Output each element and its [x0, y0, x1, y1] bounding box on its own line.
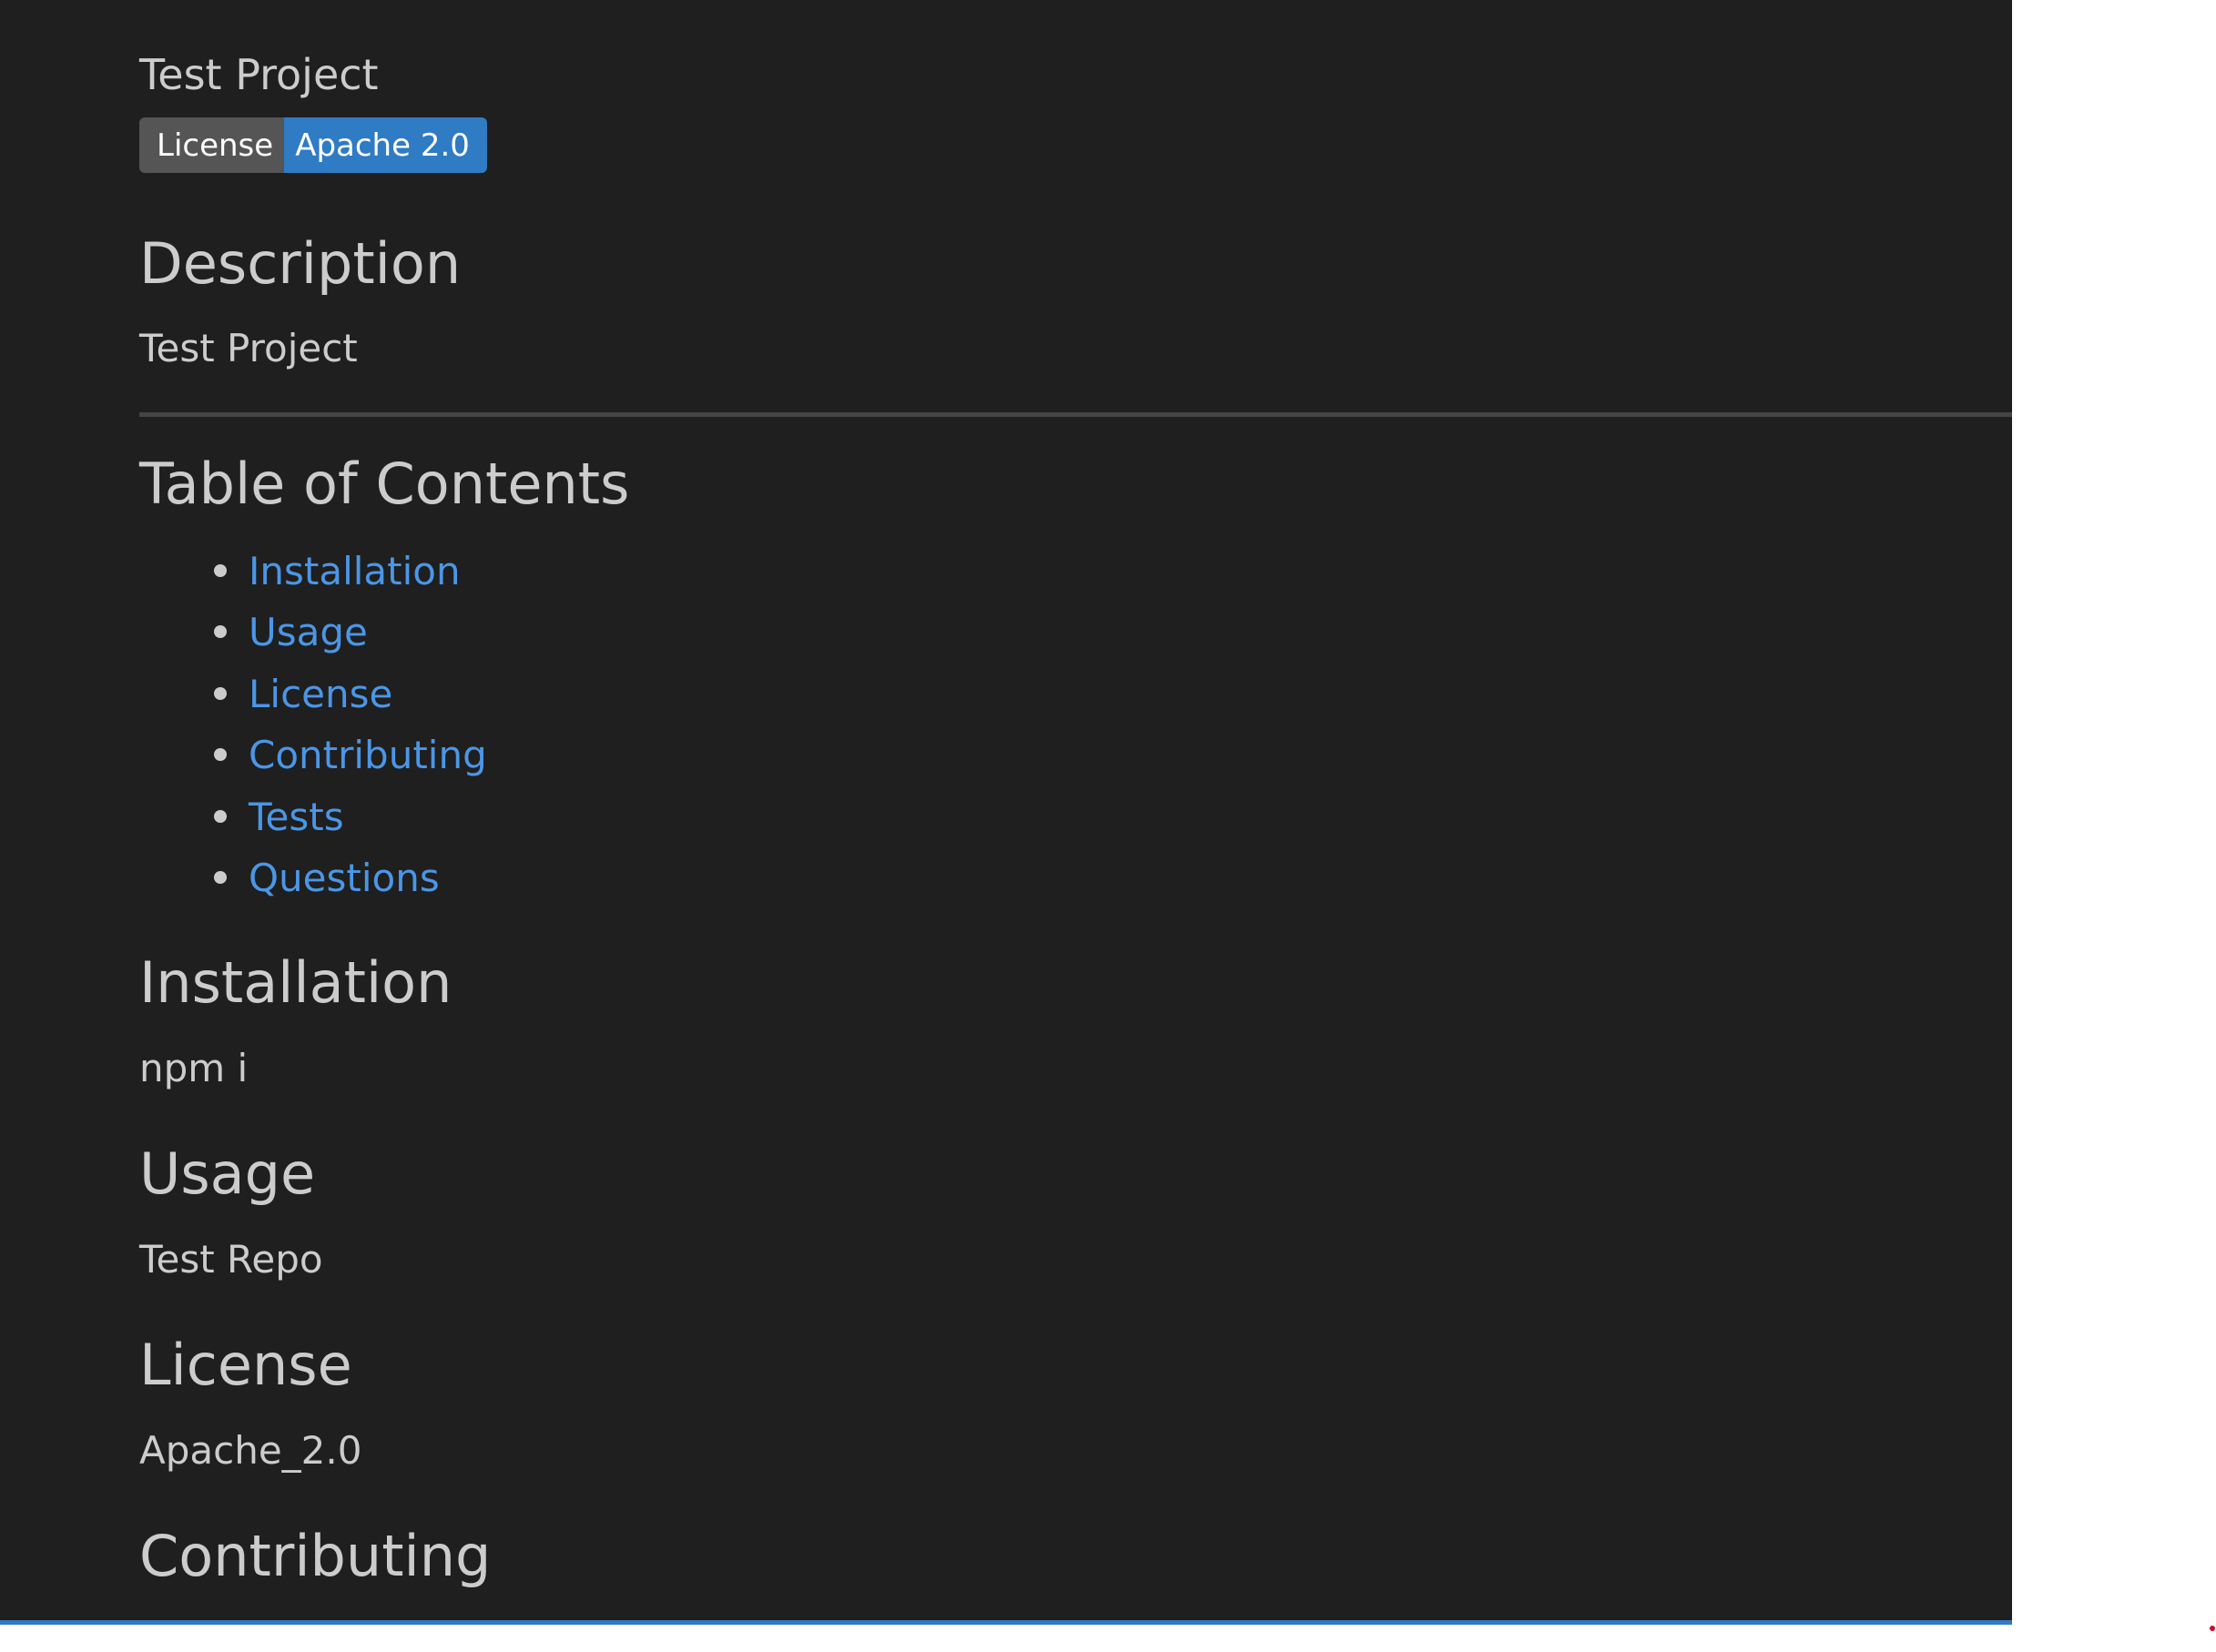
- heading-usage: Usage: [139, 1140, 316, 1207]
- toc-link-license[interactable]: License: [249, 672, 392, 716]
- toc-link-questions[interactable]: Questions: [249, 856, 440, 900]
- bullet-icon: [214, 564, 227, 577]
- horizontal-rule: [139, 412, 2012, 417]
- installation-text: npm i: [139, 1046, 249, 1090]
- bullet-icon: [214, 748, 227, 762]
- corner-dot: [2210, 1626, 2215, 1631]
- table-of-contents-list: Installation Usage License Contributing …: [139, 546, 487, 914]
- heading-contributing: Contributing: [139, 1523, 492, 1589]
- toc-item-license: License: [139, 669, 487, 730]
- toc-item-contributing: Contributing: [139, 730, 487, 791]
- heading-license: License: [139, 1332, 352, 1398]
- heading-description: Description: [139, 230, 462, 297]
- project-title: Test Project: [139, 50, 379, 99]
- description-text: Test Project: [139, 326, 358, 370]
- bullet-icon: [214, 686, 227, 700]
- usage-text: Test Repo: [139, 1237, 323, 1282]
- heading-installation: Installation: [139, 949, 452, 1016]
- toc-link-tests[interactable]: Tests: [249, 795, 344, 839]
- toc-link-contributing[interactable]: Contributing: [249, 733, 487, 777]
- toc-item-usage: Usage: [139, 607, 487, 668]
- toc-item-installation: Installation: [139, 546, 487, 607]
- markdown-preview: Test Project License Apache 2.0 Descript…: [0, 0, 2012, 1620]
- badge-label: License: [139, 117, 285, 173]
- bullet-icon: [214, 625, 227, 639]
- toc-link-usage[interactable]: Usage: [249, 610, 368, 654]
- license-text: Apache_2.0: [139, 1428, 362, 1473]
- license-badge[interactable]: License Apache 2.0: [139, 117, 487, 173]
- heading-table-of-contents: Table of Contents: [139, 451, 630, 517]
- bullet-icon: [214, 809, 227, 823]
- bullet-icon: [214, 870, 227, 884]
- badge-value: Apache 2.0: [284, 117, 487, 173]
- toc-link-installation[interactable]: Installation: [249, 549, 461, 593]
- bottom-accent-bar: [0, 1620, 2012, 1625]
- toc-item-questions: Questions: [139, 853, 487, 914]
- toc-item-tests: Tests: [139, 792, 487, 853]
